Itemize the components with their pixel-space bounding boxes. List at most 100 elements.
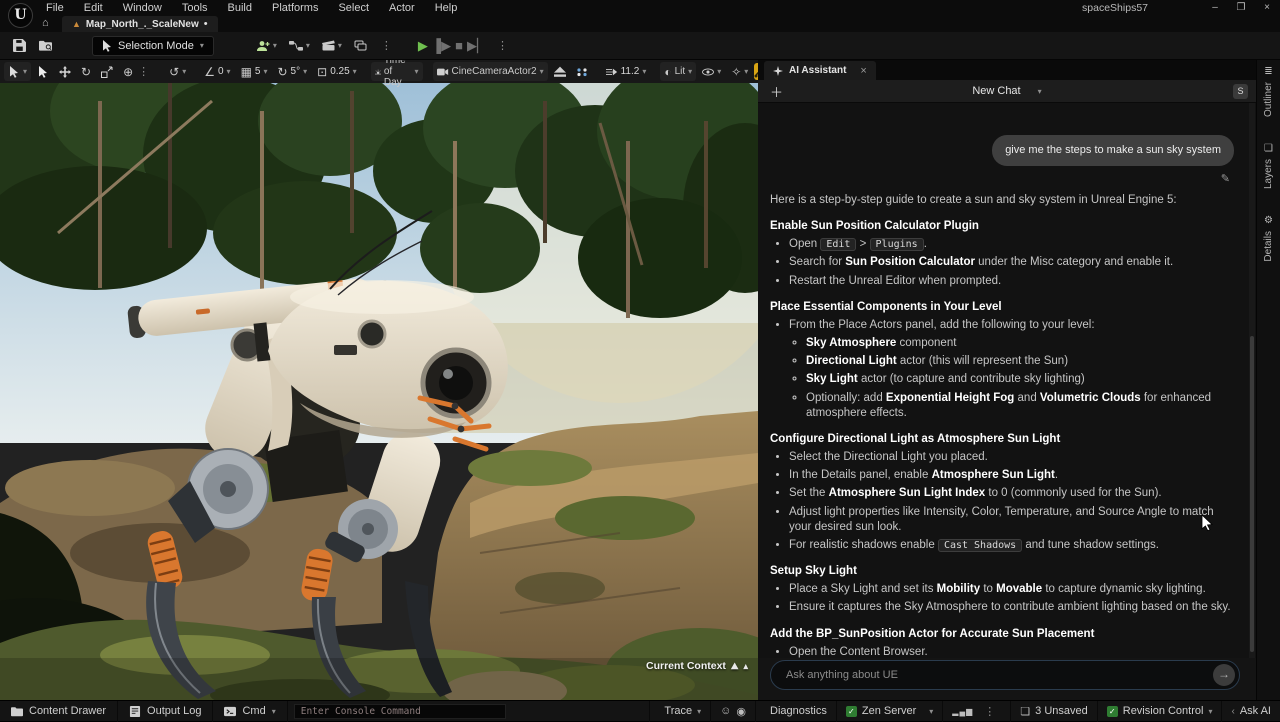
close-tab-icon[interactable]: ×	[860, 65, 866, 77]
grid-options-icon[interactable]: ⋮	[136, 65, 151, 78]
selection-mode-label: Selection Mode	[118, 39, 194, 52]
edit-message-icon[interactable]: ✎	[1221, 172, 1230, 185]
time-of-day-label: Time of Day	[383, 60, 406, 88]
ai-chat-scroll-area[interactable]: give me the steps to make a sun sky syst…	[758, 103, 1256, 658]
ai-assistant-tab[interactable]: AI Assistant ×	[764, 61, 876, 80]
minimize-button[interactable]: –	[1202, 0, 1228, 16]
level-viewport[interactable]: ▾ ↻ ⊕ ⋮ ↺ ▾ ∠ 0 ▾ ▦ 5 ▾ ↻ 5° ▾ ⊡ 0.25 ▾ Time of	[0, 60, 758, 700]
sun-icon	[374, 69, 381, 74]
chevron-left-icon: ‹	[1231, 705, 1235, 717]
level-tab-label: Map_North_._ScaleNew	[85, 18, 199, 30]
rotate-tool-button[interactable]: ↻	[77, 62, 95, 81]
chat-title: New Chat	[972, 85, 1021, 97]
pilot-toggle-button[interactable]	[572, 62, 592, 81]
menu-item-file[interactable]: File	[36, 0, 74, 16]
screenshot-icon[interactable]: ◉	[736, 705, 746, 718]
blueprints-button[interactable]: ▾	[285, 35, 314, 57]
unsaved-button[interactable]: ❏ 3 Unsaved	[1010, 700, 1096, 722]
tab-details[interactable]: ⚙ Details	[1263, 215, 1274, 262]
ai-input-pill[interactable]: →	[770, 660, 1240, 690]
assistant-bullet: Open Edit > Plugins.	[789, 237, 1238, 252]
show-flags-dropdown[interactable]: ▾	[698, 62, 725, 81]
menu-item-build[interactable]: Build	[218, 0, 262, 16]
camera-speed-dropdown[interactable]: 11.2 ▾	[602, 62, 651, 81]
output-log-button[interactable]: Output Log	[118, 700, 214, 722]
selection-mode-dropdown[interactable]: Selection Mode ▾	[92, 35, 214, 56]
close-button[interactable]: ×	[1254, 0, 1280, 16]
menu-item-help[interactable]: Help	[425, 0, 468, 16]
menu-item-edit[interactable]: Edit	[74, 0, 113, 16]
editor-modes-button[interactable]	[350, 35, 371, 57]
unreal-logo[interactable]: U	[8, 3, 33, 28]
blueprints-icon	[288, 40, 303, 51]
tab-layers[interactable]: ❏ Layers	[1263, 143, 1274, 189]
surface-snapping-dropdown[interactable]: ∠ 0 ▾	[200, 62, 234, 81]
menu-item-tools[interactable]: Tools	[172, 0, 218, 16]
restore-button[interactable]: ❐	[1228, 0, 1254, 16]
assistant-section: Setup Sky Light Place a Sky Light and set…	[770, 564, 1238, 616]
stats-options-icon[interactable]: ⋮	[978, 705, 1001, 718]
scale-snapping-dropdown[interactable]: ⊡ 0.25 ▾	[313, 62, 361, 81]
perf-stats-button[interactable]: ▂▄▆ ⋮	[942, 700, 1010, 722]
time-of-day-dropdown[interactable]: Time of Day ▾	[370, 60, 423, 88]
tab-outliner[interactable]: ≣ Outliner	[1263, 66, 1274, 117]
menu-item-platforms[interactable]: Platforms	[262, 0, 328, 16]
frame-skip-button[interactable]: ▐▶	[432, 38, 451, 54]
camera-effects-dropdown[interactable]: ✧ ▾	[727, 62, 752, 81]
ai-tab-bar: AI Assistant ×	[758, 60, 1256, 80]
toolbar-overflow-icon[interactable]: ⋮	[375, 39, 398, 52]
transform-tools-dropdown[interactable]: ▾	[4, 62, 32, 81]
ask-ai-button[interactable]: ‹ Ask AI	[1221, 700, 1280, 722]
feedback-icon[interactable]: ☺ ◉	[710, 700, 755, 722]
viewport-toolbar: ▾ ↻ ⊕ ⋮ ↺ ▾ ∠ 0 ▾ ▦ 5 ▾ ↻ 5° ▾ ⊡ 0.25 ▾ Time of	[0, 60, 758, 88]
launch-button[interactable]: ▶▏	[467, 38, 487, 54]
play-button[interactable]: ▶	[418, 38, 428, 54]
grid-snapping-dropdown[interactable]: ▦ 5 ▾	[237, 62, 272, 81]
chat-selector-dropdown[interactable]: New Chat ▾	[758, 85, 1256, 97]
current-context-button[interactable]: Current Context ⛰ ▴	[646, 660, 748, 672]
perf-bars-icon: ▂▄▆	[952, 706, 974, 716]
section-heading: Enable Sun Position Calculator Plugin	[770, 220, 979, 233]
menu-item-select[interactable]: Select	[328, 0, 379, 16]
menu-item-window[interactable]: Window	[113, 0, 172, 16]
cmd-dropdown[interactable]: Cmd ▾	[213, 700, 288, 722]
coordinate-system-dropdown[interactable]: ↺ ▾	[165, 62, 190, 81]
rotation-snapping-dropdown[interactable]: ↻ 5° ▾	[273, 62, 311, 81]
world-space-toggle[interactable]: ⊕ ⋮	[119, 62, 155, 81]
add-actor-button[interactable]: ▾	[252, 35, 281, 57]
menu-item-actor[interactable]: Actor	[379, 0, 425, 16]
assistant-bullet: Restart the Unreal Editor when prompted.	[789, 274, 1238, 289]
avatar[interactable]: S	[1233, 84, 1248, 99]
cinematics-button[interactable]: ▾	[318, 35, 346, 57]
layers-icon: ❏	[1264, 143, 1273, 155]
ai-sparkle-icon	[773, 65, 783, 76]
home-icon[interactable]: ⌂	[42, 17, 49, 29]
cinematic-curve-icon	[754, 71, 758, 77]
diagnostics-button[interactable]: Diagnostics	[755, 700, 836, 722]
revision-control-icon: ✓	[1106, 705, 1118, 717]
chevron-up-icon: ▴	[743, 660, 748, 671]
chat-scrollbar[interactable]	[1249, 103, 1255, 658]
ask-ue-input[interactable]	[771, 669, 1239, 681]
revision-control-dropdown[interactable]: ✓ Revision Control ▾	[1096, 700, 1222, 722]
trace-dropdown[interactable]: Trace ▾	[649, 700, 710, 722]
scale-tool-button[interactable]	[97, 62, 117, 81]
content-drawer-button[interactable]: Content Drawer	[0, 700, 119, 722]
play-options-icon[interactable]: ⋮	[491, 39, 514, 52]
chevron-down-icon: ▾	[23, 67, 28, 76]
level-tab[interactable]: ▲ Map_North_._ScaleNew •	[62, 16, 218, 32]
move-tool-button[interactable]	[55, 62, 75, 81]
content-browser-button[interactable]	[32, 35, 58, 57]
save-button[interactable]	[6, 35, 32, 57]
zen-server-dropdown[interactable]: ✓ Zen Server ▾	[835, 700, 942, 722]
stop-button[interactable]: ■	[455, 38, 463, 53]
assistant-bullet: Select the Directional Light you placed.	[789, 450, 1238, 465]
eject-button[interactable]	[550, 62, 570, 81]
view-mode-dropdown[interactable]: ◐ Lit ▾	[660, 62, 697, 81]
send-button[interactable]: →	[1213, 664, 1235, 686]
cinematic-control-toggle[interactable]	[754, 63, 758, 80]
camera-actor-dropdown[interactable]: CineCameraActor2 ▾	[432, 62, 548, 81]
current-context-label: Current Context	[645, 660, 726, 672]
select-tool-button[interactable]	[33, 62, 53, 81]
console-command-input[interactable]	[293, 703, 506, 719]
